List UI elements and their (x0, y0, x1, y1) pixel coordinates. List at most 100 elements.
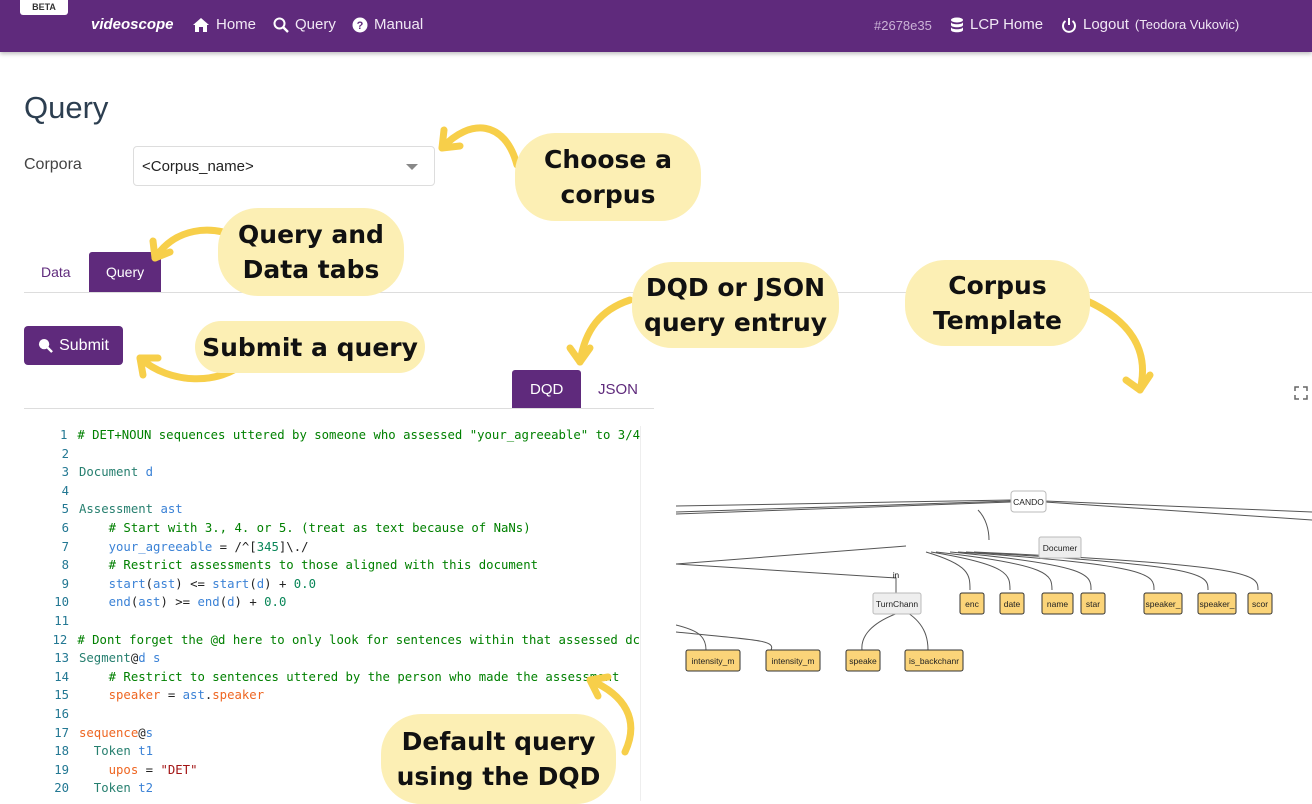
graph-attr-node-label: intensity_m (772, 656, 815, 666)
line-number: 15 (54, 688, 69, 703)
nav-query-label: Query (295, 16, 336, 33)
code-token: 345 (256, 539, 279, 554)
code-token: ]\./ (278, 539, 309, 554)
code-token: # Dont forget the @d here to only look f… (77, 632, 640, 647)
code-token: ) + (264, 576, 294, 591)
line-number: 2 (61, 446, 69, 461)
code-token: t1 (138, 744, 154, 759)
callout-submit: Submit a query (195, 321, 425, 373)
graph-edge-label: in (893, 571, 899, 580)
tab-data[interactable]: Data (24, 252, 88, 292)
code-line: 2 (30, 445, 640, 464)
code-token: ) + (234, 595, 265, 610)
power-icon (1062, 17, 1076, 33)
nav-lcp-home-label: LCP Home (970, 16, 1044, 33)
line-number: 18 (54, 744, 69, 759)
line-number: 11 (54, 613, 69, 628)
nav-query[interactable]: Query (273, 16, 336, 33)
code-line: 1 # DET+NOUN sequences uttered by someone… (30, 426, 640, 445)
code-token: ( (145, 576, 154, 591)
code-line: 6 # Start with 3., 4. or 5. (treat as te… (30, 519, 640, 538)
nav-logout[interactable]: Logout (Teodora Vukovic) (1061, 16, 1239, 33)
editor-tabs-divider (24, 408, 654, 409)
line-number: 20 (54, 781, 69, 796)
code-token: ast (153, 576, 176, 591)
code-token: @ (130, 651, 139, 666)
help-icon: ? (352, 17, 368, 32)
submit-label: Submit (59, 336, 109, 354)
corpus-select[interactable]: <Corpus_name> (133, 146, 435, 186)
top-navbar: BETA videoscope Home Query ? Manual #2678… (0, 0, 1312, 52)
search-icon (39, 338, 54, 353)
chevron-down-icon (406, 164, 418, 170)
code-token: d (138, 651, 146, 666)
editor-scrollbar[interactable] (640, 426, 641, 801)
submit-button[interactable]: Submit (24, 326, 123, 365)
code-token: = (160, 688, 183, 703)
graph-node-cando-label: CANDO (1013, 497, 1044, 507)
arrow-template (1081, 296, 1147, 394)
nav-home[interactable]: Home (192, 16, 256, 33)
code-token: # Restrict to sentences uttered by the p… (79, 669, 620, 684)
tab-json[interactable]: JSON (581, 370, 655, 409)
code-token: 0.0 (264, 595, 287, 610)
code-token: Assessment (79, 502, 161, 517)
graph-node-document-label: Documer (1043, 543, 1078, 553)
nav-logout-label: Logout (1083, 16, 1129, 33)
beta-badge: BETA (20, 0, 68, 15)
corpus-template-graph[interactable]: CANDO Documer in TurnChann enc date name star sp… (676, 480, 1312, 690)
nav-manual[interactable]: ? Manual (352, 16, 423, 33)
code-token: end (79, 595, 131, 610)
graph-attr-node-label: star (1086, 599, 1100, 609)
code-token: # DET+NOUN sequences uttered by someone … (77, 428, 640, 442)
code-token: = /^[ (212, 539, 257, 554)
graph-attr-node-label: speaker_ (1146, 599, 1181, 609)
code-token: s (145, 725, 154, 740)
code-token: speaker (212, 688, 265, 703)
graph-attr-node-label: scor (1252, 599, 1268, 609)
code-token: d (227, 595, 235, 610)
graph-attr-node-label: name (1047, 599, 1069, 609)
line-number: 17 (54, 725, 69, 740)
code-token: upos (79, 762, 139, 777)
code-token: Token (79, 781, 139, 796)
code-token: @ (138, 725, 146, 740)
arrow-dqd (576, 296, 634, 366)
graph-attr-node-label: speaker_ (1200, 599, 1235, 609)
tab-query[interactable]: Query (89, 252, 162, 292)
line-number: 9 (61, 576, 69, 591)
callout-tabs: Query and Data tabs (218, 208, 404, 296)
nav-manual-label: Manual (374, 16, 424, 33)
code-line: 14 # Restrict to sentences uttered by th… (30, 668, 640, 687)
code-line: 15 speaker = ast. speaker (30, 686, 640, 705)
fullscreen-icon[interactable] (1294, 386, 1308, 400)
code-token: ) <= (175, 576, 213, 591)
code-token: = (138, 762, 161, 777)
code-token: d (256, 576, 265, 591)
svg-text:?: ? (357, 20, 364, 32)
code-token: s (145, 651, 161, 666)
code-token: t2 (138, 781, 154, 796)
code-token: Segment (79, 651, 131, 666)
user-name: (Teodora Vukovic) (1134, 17, 1240, 32)
graph-attr-node-label: speake (849, 656, 877, 666)
tab-dqd[interactable]: DQD (512, 370, 582, 409)
nav-lcp-home[interactable]: LCP Home (950, 16, 1043, 33)
code-token: your_agreeable (79, 539, 213, 554)
code-token: 0.0 (293, 576, 316, 591)
graph-attr-node-label: enc (965, 599, 979, 609)
graph-node-turn-label: TurnChann (876, 599, 918, 609)
callout-choose-corpus: Choose a corpus (515, 133, 701, 221)
code-token: . (204, 688, 213, 703)
line-number: 12 (52, 632, 68, 647)
code-token: Token (79, 744, 139, 759)
code-token: "DET" (160, 762, 198, 777)
line-number: 1 (59, 428, 68, 442)
line-number: 5 (61, 502, 69, 517)
page-title: Query (24, 90, 109, 125)
line-number: 16 (54, 706, 69, 721)
brand-logo[interactable]: videoscope (91, 16, 174, 33)
callout-corpus-template: Corpus Template (905, 260, 1090, 346)
code-line: 12 # Dont forget the @d here to only look… (30, 631, 640, 650)
line-number: 7 (61, 539, 69, 554)
